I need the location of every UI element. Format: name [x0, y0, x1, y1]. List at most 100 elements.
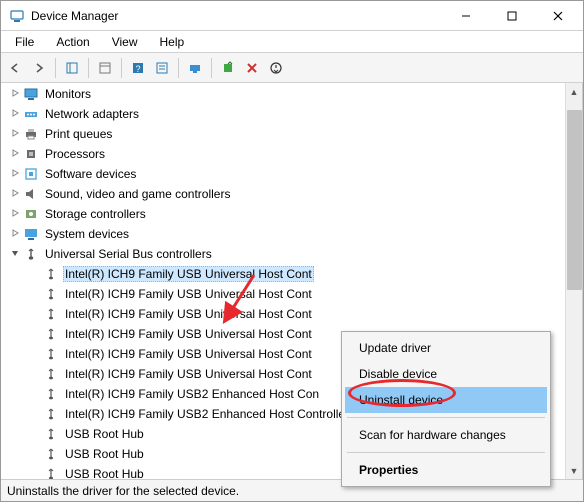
- expand-icon[interactable]: [7, 87, 23, 101]
- action-button[interactable]: [151, 57, 173, 79]
- uninstall-button[interactable]: [241, 57, 263, 79]
- tree-category[interactable]: Software devices: [7, 164, 582, 184]
- tree-category[interactable]: Network adapters: [7, 104, 582, 124]
- context-menu-item[interactable]: Scan for hardware changes: [345, 422, 547, 448]
- tree-category[interactable]: Processors: [7, 144, 582, 164]
- enable-button[interactable]: [265, 57, 287, 79]
- toolbar-separator: [121, 58, 122, 78]
- device-label: USB Root Hub: [63, 426, 146, 442]
- usb-device-icon: [43, 286, 59, 302]
- usb-device-icon: [43, 346, 59, 362]
- software-icon: [23, 166, 39, 182]
- device-label: USB Root Hub: [63, 466, 146, 479]
- tree-category[interactable]: Sound, video and game controllers: [7, 184, 582, 204]
- storage-icon: [23, 206, 39, 222]
- category-label: Network adapters: [43, 106, 141, 122]
- monitor-icon: [23, 86, 39, 102]
- properties-button[interactable]: [94, 57, 116, 79]
- device-label: USB Root Hub: [63, 446, 146, 462]
- forward-button[interactable]: [28, 57, 50, 79]
- tree-device[interactable]: Intel(R) ICH9 Family USB Universal Host …: [27, 264, 582, 284]
- context-menu-item[interactable]: Disable device: [345, 361, 547, 387]
- update-driver-button[interactable]: [217, 57, 239, 79]
- cpu-icon: [23, 146, 39, 162]
- svg-text:?: ?: [135, 64, 140, 74]
- category-label: Monitors: [43, 86, 93, 102]
- show-hide-tree-button[interactable]: [61, 57, 83, 79]
- usb-icon: [23, 246, 39, 262]
- usb-device-icon: [43, 406, 59, 422]
- context-menu-separator: [347, 452, 545, 453]
- usb-device-icon: [43, 386, 59, 402]
- usb-device-icon: [43, 446, 59, 462]
- vertical-scrollbar[interactable]: ▲ ▼: [565, 83, 582, 479]
- back-button[interactable]: [4, 57, 26, 79]
- menu-file[interactable]: File: [5, 33, 44, 51]
- device-label: Intel(R) ICH9 Family USB2 Enhanced Host …: [63, 386, 321, 402]
- expand-icon[interactable]: [7, 167, 23, 181]
- device-label: Intel(R) ICH9 Family USB Universal Host …: [63, 266, 314, 282]
- menu-bar: File Action View Help: [1, 31, 583, 53]
- printer-icon: [23, 126, 39, 142]
- collapse-icon[interactable]: [7, 247, 23, 261]
- tree-category[interactable]: Universal Serial Bus controllers: [7, 244, 582, 264]
- scan-hardware-button[interactable]: [184, 57, 206, 79]
- toolbar-separator: [88, 58, 89, 78]
- expand-icon[interactable]: [7, 147, 23, 161]
- context-menu: Update driverDisable deviceUninstall dev…: [341, 331, 551, 487]
- context-menu-item[interactable]: Update driver: [345, 335, 547, 361]
- usb-device-icon: [43, 266, 59, 282]
- category-label: Software devices: [43, 166, 138, 182]
- app-icon: [9, 8, 25, 24]
- device-label: Intel(R) ICH9 Family USB Universal Host …: [63, 326, 314, 342]
- content-area: Monitors Network adapters Print queues Proc…: [1, 83, 583, 479]
- usb-device-icon: [43, 306, 59, 322]
- tree-device[interactable]: Intel(R) ICH9 Family USB Universal Host …: [27, 284, 582, 304]
- category-label: Print queues: [43, 126, 114, 142]
- menu-help[interactable]: Help: [150, 33, 195, 51]
- expand-icon[interactable]: [7, 107, 23, 121]
- expand-icon[interactable]: [7, 207, 23, 221]
- tree-category[interactable]: System devices: [7, 224, 582, 244]
- usb-device-icon: [43, 466, 59, 479]
- minimize-button[interactable]: [443, 1, 489, 30]
- system-icon: [23, 226, 39, 242]
- expand-icon[interactable]: [7, 227, 23, 241]
- context-menu-separator: [347, 417, 545, 418]
- sound-icon: [23, 186, 39, 202]
- usb-device-icon: [43, 326, 59, 342]
- status-text: Uninstalls the driver for the selected d…: [7, 484, 239, 498]
- context-menu-item[interactable]: Uninstall device: [345, 387, 547, 413]
- scroll-down-arrow[interactable]: ▼: [566, 462, 582, 479]
- window-title: Device Manager: [31, 9, 443, 23]
- usb-device-icon: [43, 426, 59, 442]
- device-label: Intel(R) ICH9 Family USB Universal Host …: [63, 366, 314, 382]
- tree-category[interactable]: Print queues: [7, 124, 582, 144]
- expand-icon[interactable]: [7, 187, 23, 201]
- menu-action[interactable]: Action: [46, 33, 99, 51]
- tree-category[interactable]: Storage controllers: [7, 204, 582, 224]
- window-controls: [443, 1, 581, 30]
- context-menu-item[interactable]: Properties: [345, 457, 547, 483]
- tree-category[interactable]: Monitors: [7, 84, 582, 104]
- maximize-button[interactable]: [489, 1, 535, 30]
- category-label: Storage controllers: [43, 206, 148, 222]
- toolbar: ?: [1, 53, 583, 83]
- device-label: Intel(R) ICH9 Family USB Universal Host …: [63, 306, 314, 322]
- scroll-thumb[interactable]: [567, 110, 582, 290]
- device-label: Intel(R) ICH9 Family USB Universal Host …: [63, 346, 314, 362]
- menu-view[interactable]: View: [102, 33, 148, 51]
- category-label: Sound, video and game controllers: [43, 186, 232, 202]
- toolbar-separator: [178, 58, 179, 78]
- scroll-up-arrow[interactable]: ▲: [566, 83, 582, 100]
- title-bar: Device Manager: [1, 1, 583, 31]
- tree-device[interactable]: Intel(R) ICH9 Family USB Universal Host …: [27, 304, 582, 324]
- toolbar-separator: [211, 58, 212, 78]
- close-button[interactable]: [535, 1, 581, 30]
- usb-device-icon: [43, 366, 59, 382]
- help-button[interactable]: ?: [127, 57, 149, 79]
- category-label: System devices: [43, 226, 131, 242]
- expand-icon[interactable]: [7, 127, 23, 141]
- toolbar-separator: [55, 58, 56, 78]
- device-label: Intel(R) ICH9 Family USB Universal Host …: [63, 286, 314, 302]
